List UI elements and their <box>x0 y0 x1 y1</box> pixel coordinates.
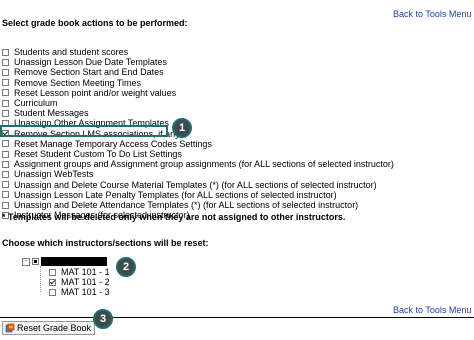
redacted-instructor-name <box>41 257 107 266</box>
section-checkbox[interactable] <box>49 288 56 296</box>
option-label: Remove Section Start and End Dates <box>14 67 164 78</box>
option-checkbox[interactable] <box>2 181 9 189</box>
option-label: Reset Lesson point and/or weight values <box>14 87 177 98</box>
option-checkbox[interactable] <box>2 191 9 199</box>
section-row[interactable]: MAT 101 - 3 <box>49 287 110 297</box>
instructors-heading: Choose which instructors/sections will b… <box>2 238 209 248</box>
option-checkbox[interactable] <box>2 170 9 178</box>
reset-grade-book-button[interactable]: Reset Grade Book <box>2 321 96 335</box>
tree-connector <box>40 266 41 292</box>
option-label: Curriculum <box>14 98 58 108</box>
option-row[interactable]: Unassign Lesson Late Penalty Templates (… <box>2 190 337 200</box>
back-to-tools-menu-link-top[interactable]: Back to Tools Menu <box>393 9 471 19</box>
option-row[interactable]: Remove Section Meeting Times <box>2 78 141 88</box>
option-row[interactable]: Reset Student Custom To Do List Settings <box>2 149 182 159</box>
tree-collapse-toggle[interactable]: − <box>22 258 30 266</box>
callout-badge-2: 2 <box>116 257 136 277</box>
section-label: MAT 101 - 2 <box>61 277 110 287</box>
callout-badge-3: 3 <box>93 309 113 329</box>
option-checkbox[interactable] <box>2 99 9 107</box>
option-row[interactable]: Reset Manage Temporary Access Codes Sett… <box>2 139 212 149</box>
option-label: Reset Student Custom To Do List Settings <box>14 149 182 159</box>
option-row[interactable]: Unassign WebTests <box>2 169 93 179</box>
option-checkbox[interactable] <box>2 150 9 158</box>
section-label: MAT 101 - 3 <box>61 287 110 297</box>
option-checkbox[interactable] <box>2 79 9 87</box>
option-label: Students and student scores <box>14 47 129 57</box>
option-row[interactable]: Remove Section Start and End Dates <box>2 67 164 77</box>
page-title: Select grade book actions to be performe… <box>2 18 188 28</box>
option-row[interactable]: Curriculum <box>2 98 58 108</box>
option-label: Unassign and Delete Course Material Temp… <box>14 179 377 190</box>
section-checkbox[interactable] <box>49 268 56 276</box>
option-row[interactable]: Reset Lesson point and/or weight values <box>2 88 176 98</box>
section-checkbox[interactable] <box>49 278 56 286</box>
back-to-tools-menu-link-bottom[interactable]: Back to Tools Menu <box>393 305 471 315</box>
instructor-checkbox[interactable] <box>32 258 39 265</box>
option-checkbox[interactable] <box>2 140 9 148</box>
templates-note: * Templates will be deleted only when th… <box>2 212 346 222</box>
option-label: Assignment groups and Assignment group a… <box>14 159 394 170</box>
option-row[interactable]: Unassign Lesson Due Date Templates <box>2 57 167 67</box>
option-row[interactable]: Student Messages <box>2 108 89 118</box>
option-checkbox[interactable] <box>2 48 9 56</box>
option-row[interactable]: Unassign and Delete Course Material Temp… <box>2 180 377 190</box>
option-checkbox[interactable] <box>2 109 9 117</box>
callout-badge-1: 1 <box>172 118 192 138</box>
footer-divider <box>0 317 474 318</box>
option-row[interactable]: Students and student scores <box>2 47 128 57</box>
section-row[interactable]: MAT 101 - 1 <box>49 267 110 277</box>
option-row[interactable]: Assignment groups and Assignment group a… <box>2 159 394 169</box>
reset-grade-book-label: Reset Grade Book <box>17 323 92 333</box>
reset-gradebook-icon <box>5 323 15 333</box>
highlight-lms-option <box>0 125 168 137</box>
option-label: Student Messages <box>14 108 89 119</box>
option-label: Unassign WebTests <box>14 169 94 180</box>
option-label: Unassign Lesson Due Date Templates <box>14 57 167 68</box>
section-row[interactable]: MAT 101 - 2 <box>49 277 110 287</box>
option-checkbox[interactable] <box>2 89 9 97</box>
option-row[interactable]: Unassign and Delete Attendance Templates… <box>2 200 358 210</box>
option-checkbox[interactable] <box>2 160 9 168</box>
section-label: MAT 101 - 1 <box>61 267 110 277</box>
option-checkbox[interactable] <box>2 201 9 209</box>
option-checkbox[interactable] <box>2 58 9 66</box>
option-label: Unassign Lesson Late Penalty Templates (… <box>14 189 337 200</box>
option-label: Reset Manage Temporary Access Codes Sett… <box>14 138 212 149</box>
option-checkbox[interactable] <box>2 68 9 76</box>
option-label: Unassign and Delete Attendance Templates… <box>14 200 359 210</box>
option-label: Remove Section Meeting Times <box>14 77 142 88</box>
